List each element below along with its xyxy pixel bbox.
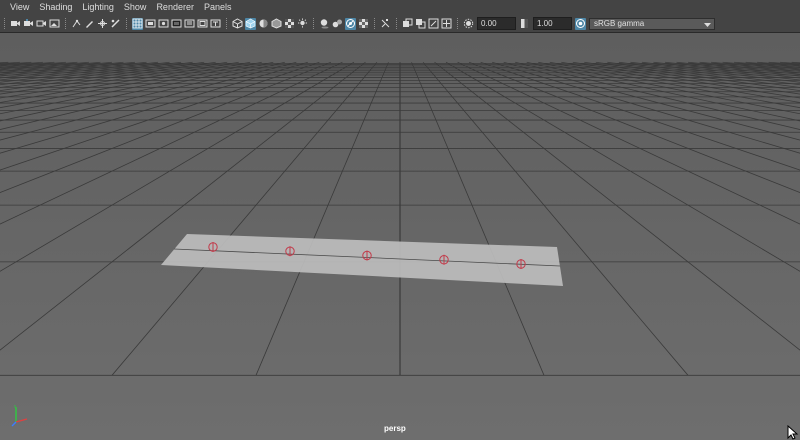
- bookmark-icon[interactable]: [36, 18, 47, 30]
- toolbar-group-select: [392, 15, 453, 32]
- grid-icon[interactable]: [132, 17, 143, 30]
- gamma-icon[interactable]: [519, 18, 530, 30]
- color-space-value: sRGB gamma: [594, 19, 645, 28]
- safe-title-icon[interactable]: [210, 18, 221, 30]
- resolution-gate-icon[interactable]: [158, 18, 169, 30]
- viewport-scene: [0, 33, 800, 440]
- xray-joints-icon[interactable]: [380, 18, 391, 30]
- camera-icon[interactable]: [10, 18, 21, 30]
- grease-pencil-icon[interactable]: [84, 18, 95, 30]
- gamma-field[interactable]: 1.00: [533, 17, 572, 30]
- 2d-pan-zoom-icon[interactable]: [71, 18, 82, 30]
- shadows-icon[interactable]: [319, 18, 330, 30]
- toolbar-group-camera: [0, 15, 61, 32]
- xray-icon[interactable]: [345, 17, 356, 30]
- panel-toolbar: 0.00 1.00 sRGB gamma: [0, 15, 800, 33]
- panel-menu-bar: View Shading Lighting Show Renderer Pane…: [0, 0, 800, 15]
- smooth-shade-icon[interactable]: [245, 17, 256, 30]
- toolbar-group-lighting: [309, 15, 370, 32]
- shade-wire-icon[interactable]: [271, 18, 282, 30]
- wireframe-icon[interactable]: [232, 18, 243, 30]
- field-chart-icon[interactable]: [184, 18, 195, 30]
- textured-icon[interactable]: [284, 18, 295, 30]
- menu-shading[interactable]: Shading: [34, 0, 77, 15]
- toolbar-group-color: 0.00 1.00 sRGB gamma: [453, 15, 715, 32]
- toolbar-group-tools: [61, 15, 122, 32]
- chevron-down-icon: [704, 22, 711, 27]
- transform-manip-icon[interactable]: [97, 18, 108, 30]
- menu-show[interactable]: Show: [119, 0, 152, 15]
- gate-mask-icon[interactable]: [171, 18, 182, 30]
- menu-lighting[interactable]: Lighting: [77, 0, 119, 15]
- safe-action-icon[interactable]: [197, 18, 208, 30]
- menu-renderer[interactable]: Renderer: [151, 0, 199, 15]
- exposure-icon[interactable]: [463, 18, 474, 30]
- toolbar-group-shading: [222, 15, 309, 32]
- isolate-select-icon[interactable]: [402, 18, 413, 30]
- mouse-cursor-icon: [787, 425, 799, 440]
- toolbar-group-isolate: [370, 15, 392, 32]
- camera-name-label: persp: [384, 424, 406, 433]
- film-gate-icon[interactable]: [145, 18, 156, 30]
- toolbar-group-display: [122, 15, 222, 32]
- image-plane-icon[interactable]: [49, 18, 60, 30]
- menu-panels[interactable]: Panels: [199, 0, 237, 15]
- maya-viewport-panel: View Shading Lighting Show Renderer Pane…: [0, 0, 800, 440]
- camera-look-icon[interactable]: [415, 18, 426, 30]
- frame-selected-icon[interactable]: [441, 18, 452, 30]
- backface-culling-icon[interactable]: [358, 18, 369, 30]
- frame-all-icon[interactable]: [428, 18, 439, 30]
- color-management-icon[interactable]: [575, 17, 586, 30]
- grid-toggle-icon[interactable]: [110, 18, 121, 30]
- ambient-occlusion-icon[interactable]: [332, 18, 343, 30]
- default-material-icon[interactable]: [258, 18, 269, 30]
- lights-icon[interactable]: [297, 18, 308, 30]
- svg-text:y: y: [14, 404, 16, 408]
- viewport-3d[interactable]: [0, 33, 800, 440]
- exposure-field[interactable]: 0.00: [477, 17, 516, 30]
- menu-view[interactable]: View: [0, 0, 34, 15]
- camera-attributes-icon[interactable]: [23, 18, 34, 30]
- axis-gizmo-icon: y: [11, 404, 28, 427]
- color-space-dropdown[interactable]: sRGB gamma: [589, 17, 715, 30]
